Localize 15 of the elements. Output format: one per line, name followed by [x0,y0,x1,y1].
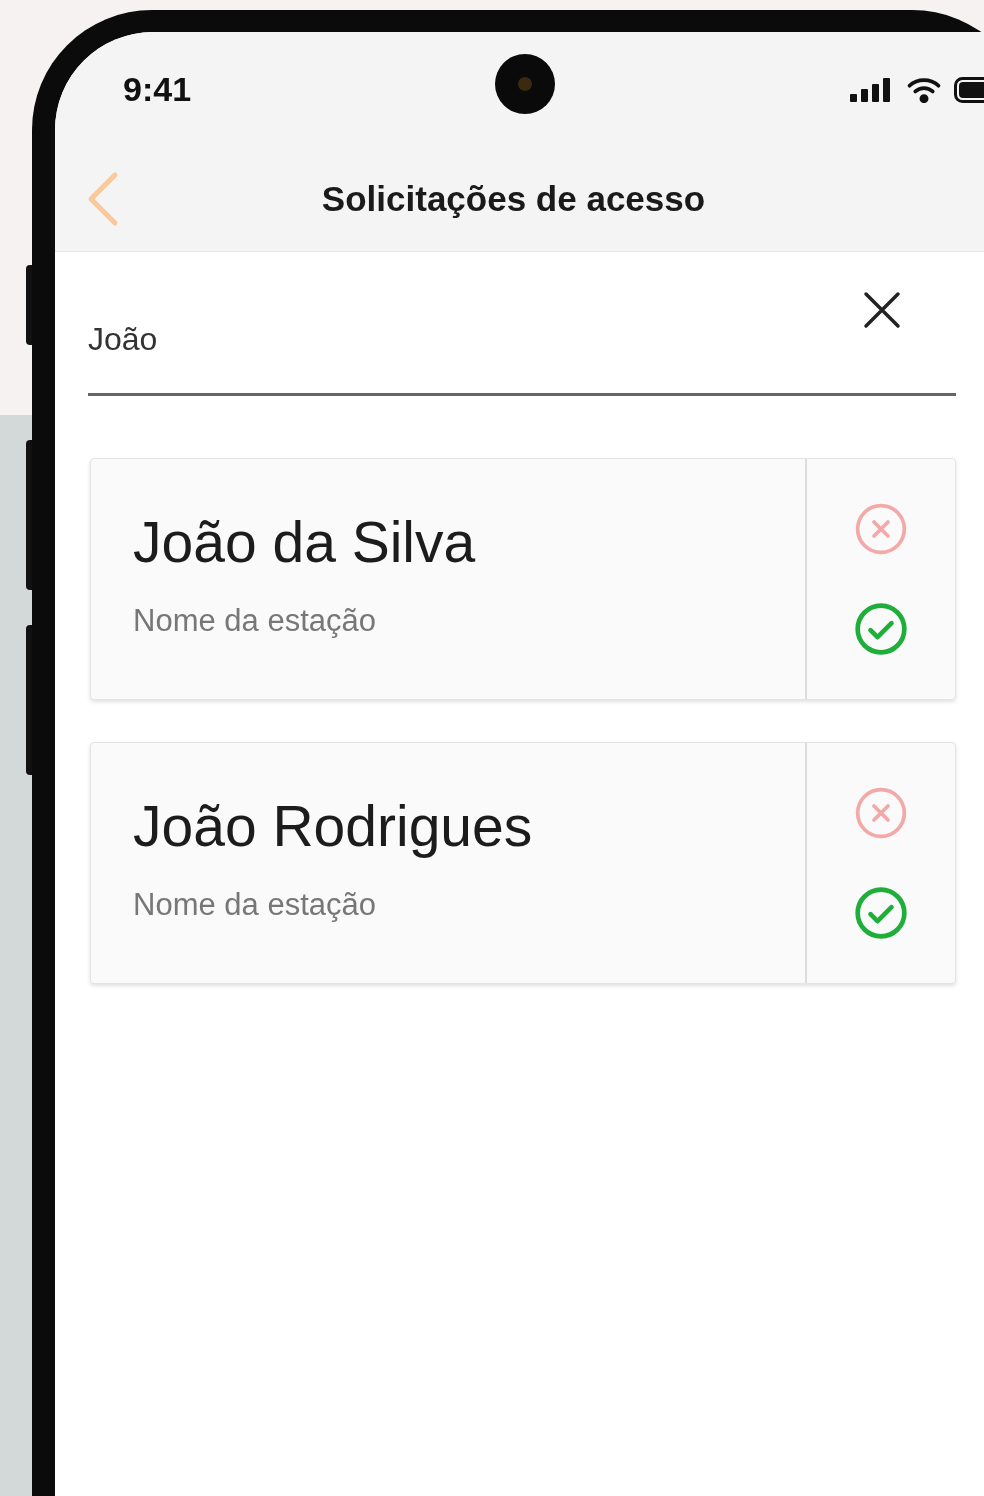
wifi-icon [906,76,942,103]
status-time: 9:41 [123,69,192,110]
close-icon[interactable] [862,290,902,330]
page-title: Solicitações de acesso [321,177,706,220]
requester-name: João da Silva [133,509,477,576]
station-name: Nome da estação [133,886,377,925]
camera-icon [495,54,555,114]
reject-icon[interactable] [853,501,909,557]
search-value: João [88,320,158,359]
accept-icon[interactable] [853,601,909,657]
requester-name: João Rodrigues [133,793,534,860]
accept-icon[interactable] [853,885,909,941]
search-field[interactable]: João [88,252,956,396]
reject-icon[interactable] [853,785,909,841]
station-name: Nome da estação [133,602,377,641]
